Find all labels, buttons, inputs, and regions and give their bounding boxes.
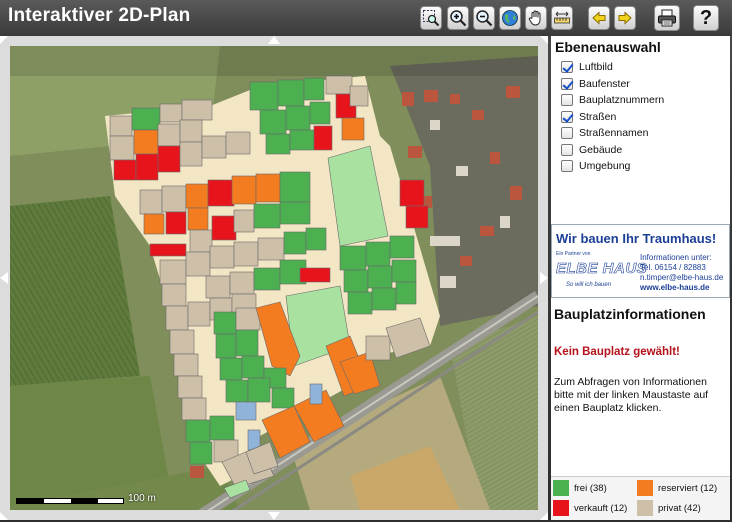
layer-checkbox[interactable]	[561, 160, 573, 173]
layer-checkbox[interactable]	[561, 77, 573, 90]
arrow-right-icon	[618, 11, 632, 25]
layer-item-baufenster[interactable]: Baufenster	[555, 76, 726, 93]
corner-marker	[0, 36, 8, 44]
help-icon: ?	[699, 6, 713, 29]
pan-left-arrow-icon[interactable]	[0, 272, 8, 284]
legend-label: reserviert (12)	[658, 482, 718, 494]
site-plan-map[interactable]: 100 m	[10, 46, 538, 510]
globe-icon	[502, 10, 518, 26]
layer-panel: Ebenenauswahl Luftbild Baufenster Baupla…	[551, 36, 730, 218]
header-bar: Interaktiver 2D-Plan ?	[0, 0, 732, 36]
hand-icon	[528, 10, 541, 26]
help-button[interactable]: ?	[693, 5, 719, 31]
layer-label: Luftbild	[579, 61, 613, 74]
legend-swatch	[553, 500, 569, 516]
ruler-icon	[554, 11, 570, 24]
ad-email: n.timper@elbe-haus.de	[640, 273, 724, 282]
zoom-in-button[interactable]	[447, 6, 469, 30]
legend-item-reserviert: reserviert (12)	[637, 480, 717, 496]
layer-item-bauplatznummern[interactable]: Bauplatznummern	[555, 92, 726, 109]
app-window: Interaktiver 2D-Plan ? 100 m Ebenenauswa…	[0, 0, 732, 522]
layer-panel-title: Ebenenauswahl	[555, 39, 661, 55]
ad-partner-text: Ein Partner von	[556, 251, 591, 257]
ad-contact-heading: Informationen unter:	[640, 253, 712, 262]
ad-slogan: So will ich bauen	[566, 282, 612, 288]
sidebar: Ebenenauswahl Luftbild Baufenster Baupla…	[551, 36, 730, 520]
legend-item-verkauft: verkauft (12)	[553, 500, 627, 516]
plot-info-hint: Zum Abfragen von Informationen bitte mit…	[554, 376, 709, 414]
legend-item-frei: frei (38)	[553, 480, 607, 496]
pan-right-arrow-icon[interactable]	[540, 272, 548, 284]
layer-list: Luftbild Baufenster Bauplatznummern Stra…	[555, 59, 726, 175]
layer-checkbox[interactable]	[561, 94, 573, 107]
layer-label: Straßennamen	[579, 127, 649, 140]
layer-checkbox[interactable]	[561, 127, 573, 140]
legend-swatch	[637, 500, 653, 516]
corner-marker	[0, 512, 8, 520]
layer-item-strassennamen[interactable]: Straßennamen	[555, 125, 726, 142]
layer-item-gebaeude[interactable]: Gebäude	[555, 142, 726, 159]
ad-brand-logo: ELBE HAUS	[556, 260, 648, 278]
plot-info-title: Bauplatzinformationen	[554, 306, 706, 322]
legend-item-privat: privat (42)	[637, 500, 701, 516]
pan-button[interactable]	[525, 6, 547, 30]
layer-item-umgebung[interactable]: Umgebung	[555, 158, 726, 175]
layer-checkbox[interactable]	[561, 143, 573, 156]
back-button[interactable]	[588, 6, 610, 30]
layer-label: Gebäude	[579, 143, 623, 156]
advertisement-banner[interactable]: Wir bauen Ihr Traumhaus! Ein Partner von…	[551, 224, 730, 298]
scale-bar: 100 m	[16, 493, 156, 504]
layer-item-luftbild[interactable]: Luftbild	[555, 59, 726, 76]
pan-down-arrow-icon[interactable]	[268, 512, 280, 520]
legend-label: verkauft (12)	[574, 502, 628, 514]
corner-marker	[540, 36, 548, 44]
legend-label: privat (42)	[658, 502, 701, 514]
ad-contact: Informationen unter: Tel. 06154 / 82883 …	[640, 253, 723, 293]
ad-phone: Tel. 06154 / 82883	[640, 263, 706, 272]
zoom-in-icon	[450, 10, 467, 27]
zoom-box-button[interactable]	[420, 6, 442, 30]
ad-web-link[interactable]: www.elbe-haus.de	[640, 283, 723, 293]
aerial-plan-svg	[10, 46, 538, 510]
legend: frei (38) reserviert (12) verkauft (12) …	[551, 476, 730, 520]
printer-icon	[658, 9, 676, 27]
measure-button[interactable]	[551, 6, 573, 30]
pan-up-arrow-icon[interactable]	[268, 36, 280, 44]
corner-marker	[540, 512, 548, 520]
plot-info-status: Kein Bauplatz gewählt!	[554, 346, 680, 358]
scale-line	[16, 498, 124, 504]
print-button[interactable]	[654, 5, 680, 31]
layer-label: Bauplatznummern	[579, 94, 665, 107]
app-title: Interaktiver 2D-Plan	[8, 5, 191, 26]
ad-headline: Wir bauen Ihr Traumhaus!	[556, 231, 717, 246]
arrow-left-icon	[592, 11, 606, 25]
forward-button[interactable]	[614, 6, 636, 30]
layer-checkbox[interactable]	[561, 61, 573, 74]
layer-item-strassen[interactable]: Straßen	[555, 109, 726, 126]
map-frame: 100 m	[0, 36, 548, 520]
layer-label: Umgebung	[579, 160, 631, 173]
layer-label: Baufenster	[579, 77, 630, 90]
legend-label: frei (38)	[574, 482, 607, 494]
legend-swatch	[553, 480, 569, 496]
zoom-out-icon	[476, 10, 493, 27]
layer-checkbox[interactable]	[561, 110, 573, 123]
zoom-out-button[interactable]	[473, 6, 495, 30]
zoom-rectangle-icon	[423, 10, 440, 27]
layer-label: Straßen	[579, 110, 617, 123]
scale-label: 100 m	[128, 493, 156, 504]
legend-swatch	[637, 480, 653, 496]
full-extent-button[interactable]	[499, 6, 521, 30]
plot-info-panel: Bauplatzinformationen Kein Bauplatz gewä…	[551, 302, 730, 472]
